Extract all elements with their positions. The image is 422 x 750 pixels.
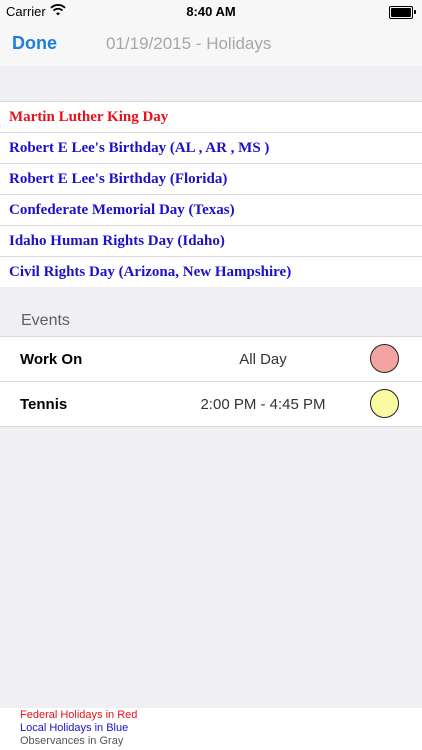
events-section-header: Events <box>21 312 70 329</box>
holiday-name: Confederate Memorial Day (Texas) <box>9 202 235 218</box>
status-time: 8:40 AM <box>186 4 236 19</box>
event-time: All Day <box>239 351 287 368</box>
holiday-name: Martin Luther King Day <box>9 109 169 125</box>
holiday-row[interactable]: Martin Luther King Day <box>0 102 422 133</box>
holiday-row[interactable]: Idaho Human Rights Day (Idaho) <box>0 226 422 257</box>
color-legend: Federal Holidays in Red Local Holidays i… <box>0 708 422 750</box>
legend-local: Local Holidays in Blue <box>20 722 129 734</box>
holiday-name: Idaho Human Rights Day (Idaho) <box>9 233 225 249</box>
event-row-tennis[interactable]: Tennis 2:00 PM - 4:45 PM <box>0 382 422 426</box>
legend-observance: Observances in Gray <box>20 735 124 747</box>
holiday-name: Robert E Lee's Birthday (AL , AR , MS ) <box>9 140 270 156</box>
battery-icon <box>389 6 416 19</box>
legend-federal: Federal Holidays in Red <box>20 709 138 721</box>
holiday-name: Robert E Lee's Birthday (Florida) <box>9 171 228 187</box>
event-row-work-on[interactable]: Work On All Day <box>0 337 422 382</box>
holiday-name: Civil Rights Day (Arizona, New Hampshire… <box>9 264 292 280</box>
holiday-row[interactable]: Robert E Lee's Birthday (Florida) <box>0 164 422 195</box>
events-list: Work On All Day Tennis 2:00 PM - 4:45 PM <box>0 336 422 427</box>
status-bar: Carrier 8:40 AM <box>0 0 422 22</box>
event-time: 2:00 PM - 4:45 PM <box>200 396 326 413</box>
event-name: Work On <box>20 351 83 368</box>
event-color-dot <box>370 389 399 418</box>
event-name: Tennis <box>20 396 68 413</box>
holiday-list: Martin Luther King Day Robert E Lee's Bi… <box>0 101 422 287</box>
holiday-row[interactable]: Confederate Memorial Day (Texas) <box>0 195 422 226</box>
event-color-dot <box>370 344 399 373</box>
holiday-row[interactable]: Robert E Lee's Birthday (AL , AR , MS ) <box>0 133 422 164</box>
done-button[interactable]: Done <box>12 33 57 54</box>
holiday-row[interactable]: Civil Rights Day (Arizona, New Hampshire… <box>0 257 422 287</box>
nav-bar: Done 01/19/2015 - Holidays <box>0 22 422 66</box>
page-title: 01/19/2015 - Holidays <box>106 34 272 53</box>
